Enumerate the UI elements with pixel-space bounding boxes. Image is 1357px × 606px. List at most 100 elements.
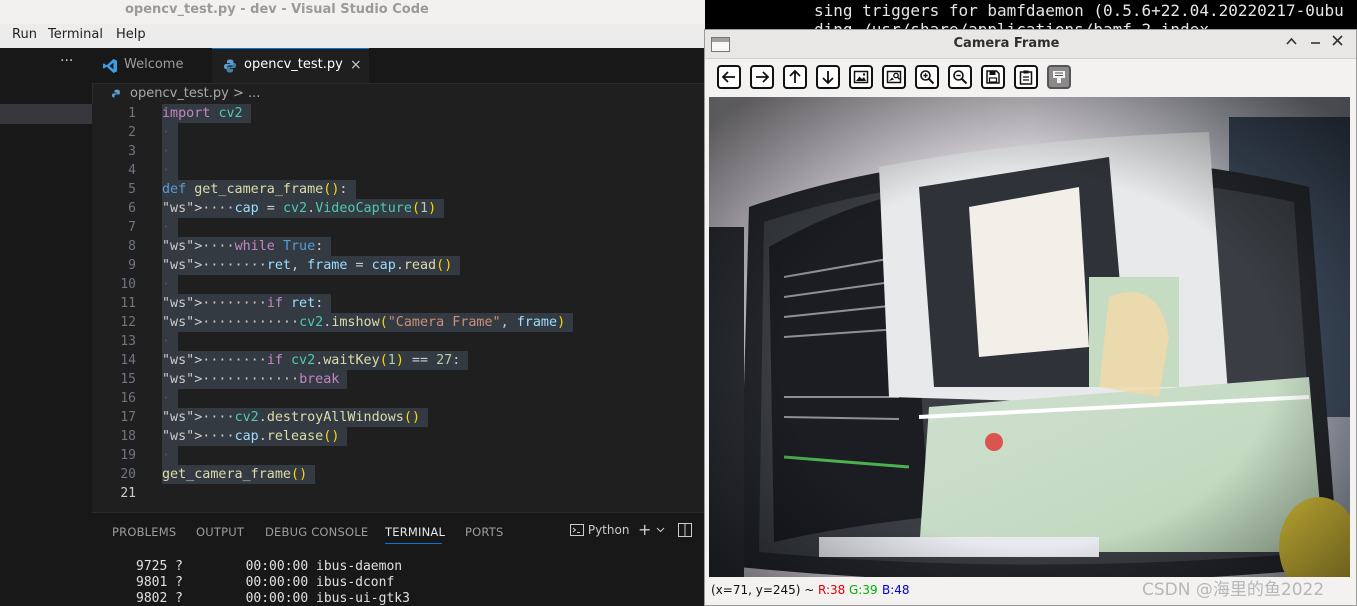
tab-label: Welcome — [124, 57, 184, 72]
code-line[interactable]: "ws">········ret, frame = cap.read() — [162, 256, 461, 275]
line-number: 20 — [120, 467, 136, 482]
lens-vignette — [709, 97, 1350, 577]
selected-explorer-item[interactable] — [0, 104, 92, 124]
close-icon[interactable]: × — [350, 57, 362, 73]
arrow-down-icon — [822, 71, 834, 85]
menu-bar: Run Terminal Help — [0, 24, 705, 48]
terminal-shell-selector[interactable]: Python — [570, 523, 629, 537]
code-editor[interactable]: 1 2 3 4 5 6 7 8 9 10 11 12 13 14 15 16 17 18 19 20 21 import… — [92, 104, 705, 512]
save-image-button[interactable] — [981, 65, 1005, 89]
tab-output[interactable]: OUTPUT — [196, 525, 244, 539]
zoom-in-icon — [920, 70, 935, 85]
code-line[interactable]: def get_camera_frame(): — [162, 180, 356, 199]
minimize-icon[interactable] — [1310, 33, 1321, 49]
window-title: opencv_test.py - dev - Visual Studio Cod… — [125, 2, 429, 17]
line-number: 7 — [128, 220, 136, 235]
editor-tabs: Welcome opencv_test.py × — [92, 48, 705, 84]
breadcrumb-path[interactable]: opencv_test.py > ... — [130, 86, 260, 101]
zoom-out-button[interactable] — [948, 65, 972, 89]
line-number: 4 — [128, 163, 136, 178]
line-number: 21 — [120, 486, 136, 501]
line-number: 16 — [120, 391, 136, 406]
line-number: 17 — [120, 410, 136, 425]
line-number: 10 — [120, 277, 136, 292]
line-number: 13 — [120, 334, 136, 349]
pixel-red-value: R:38 — [818, 583, 846, 597]
tab-ports[interactable]: PORTS — [465, 525, 503, 539]
terminal-icon — [570, 524, 584, 536]
pixel-coords: (x=71, y=245) ~ — [711, 583, 815, 597]
zoom-original-button[interactable] — [882, 65, 906, 89]
new-terminal-icon[interactable]: + — [638, 520, 651, 539]
active-tab-indicator — [385, 543, 442, 544]
menu-help[interactable]: Help — [116, 27, 146, 42]
copy-clipboard-button[interactable] — [1014, 65, 1038, 89]
chevron-down-icon[interactable] — [656, 523, 665, 537]
tab-welcome[interactable]: Welcome — [92, 48, 213, 83]
tab-label: opencv_test.py — [244, 57, 343, 72]
code-line[interactable]: · — [162, 142, 179, 161]
image-zoom-icon — [886, 70, 902, 84]
code-line[interactable]: · — [162, 389, 179, 408]
code-line[interactable]: "ws">····while True: — [162, 237, 332, 256]
code-line[interactable]: · — [162, 446, 179, 465]
camera-image[interactable] — [709, 97, 1350, 577]
camera-window-titlebar: Camera Frame — [705, 30, 1356, 59]
tab-opencv-test[interactable]: opencv_test.py × — [212, 48, 369, 83]
camera-toolbar — [705, 59, 1356, 97]
more-actions-icon[interactable]: ··· — [60, 53, 73, 69]
zoom-to-fit-button[interactable] — [849, 65, 873, 89]
python-file-icon — [224, 59, 236, 73]
code-line[interactable]: "ws">····cv2.destroyAllWindows() — [162, 408, 429, 427]
line-number: 3 — [128, 144, 136, 159]
code-line[interactable]: get_camera_frame() — [162, 465, 316, 484]
line-number: 14 — [120, 353, 136, 368]
pan-right-button[interactable] — [750, 65, 774, 89]
terminal-row: 9801 ? 00:00:00 ibus-dconf — [136, 575, 395, 590]
code-line[interactable]: "ws">····cap.release() — [162, 427, 348, 446]
code-line[interactable]: import cv2 — [162, 104, 251, 123]
code-line[interactable]: "ws">····cap = cv2.VideoCapture(1) — [162, 199, 445, 218]
explorer-sidebar: ··· — [0, 48, 93, 606]
properties-button[interactable] — [1047, 65, 1071, 89]
code-line[interactable]: "ws">········if ret: — [162, 294, 332, 313]
code-line[interactable]: · — [162, 218, 179, 237]
code-line[interactable]: "ws">········if cv2.waitKey(1) == 27: — [162, 351, 469, 370]
pan-up-button[interactable] — [783, 65, 807, 89]
python-file-icon — [112, 89, 120, 98]
camera-window-title: Camera Frame — [953, 36, 1060, 51]
code-line[interactable]: · — [162, 332, 179, 351]
save-icon — [986, 70, 1000, 84]
code-line[interactable]: · — [162, 275, 179, 294]
line-number: 19 — [120, 448, 136, 463]
tab-debug-console[interactable]: DEBUG CONSOLE — [265, 525, 368, 539]
window-titlebar: opencv_test.py - dev - Visual Studio Cod… — [0, 0, 705, 24]
tab-terminal[interactable]: TERMINAL — [385, 525, 445, 539]
split-panel-icon[interactable] — [678, 523, 692, 540]
arrow-right-icon — [756, 71, 770, 83]
breadcrumb: opencv_test.py > ... — [92, 84, 705, 104]
menu-terminal[interactable]: Terminal — [48, 27, 103, 42]
vscode-window: opencv_test.py - dev - Visual Studio Cod… — [0, 0, 705, 606]
arrow-up-icon — [789, 69, 801, 83]
pan-down-button[interactable] — [816, 65, 840, 89]
code-line[interactable]: · — [162, 161, 179, 180]
code-line[interactable]: "ws">············cv2.imshow("Camera Fram… — [162, 313, 574, 332]
pixel-blue-value: B:48 — [882, 583, 910, 597]
line-number: 11 — [120, 296, 136, 311]
clipboard-icon — [1019, 70, 1033, 85]
pan-left-button[interactable] — [717, 65, 741, 89]
zoom-in-button[interactable] — [915, 65, 939, 89]
tab-problems[interactable]: PROBLEMS — [112, 525, 176, 539]
code-line[interactable]: "ws">············break — [162, 370, 348, 389]
line-number: 6 — [128, 201, 136, 216]
chevron-up-icon[interactable] — [1286, 35, 1297, 50]
code-line[interactable]: · — [162, 123, 179, 142]
line-number: 9 — [128, 258, 136, 273]
menu-run[interactable]: Run — [12, 27, 37, 42]
line-number: 15 — [120, 372, 136, 387]
line-number: 1 — [128, 106, 136, 121]
line-number: 8 — [128, 239, 136, 254]
terminal-line: sing triggers for bamfdaemon (0.5.6+22.0… — [814, 1, 1344, 20]
close-icon[interactable] — [1332, 35, 1343, 50]
